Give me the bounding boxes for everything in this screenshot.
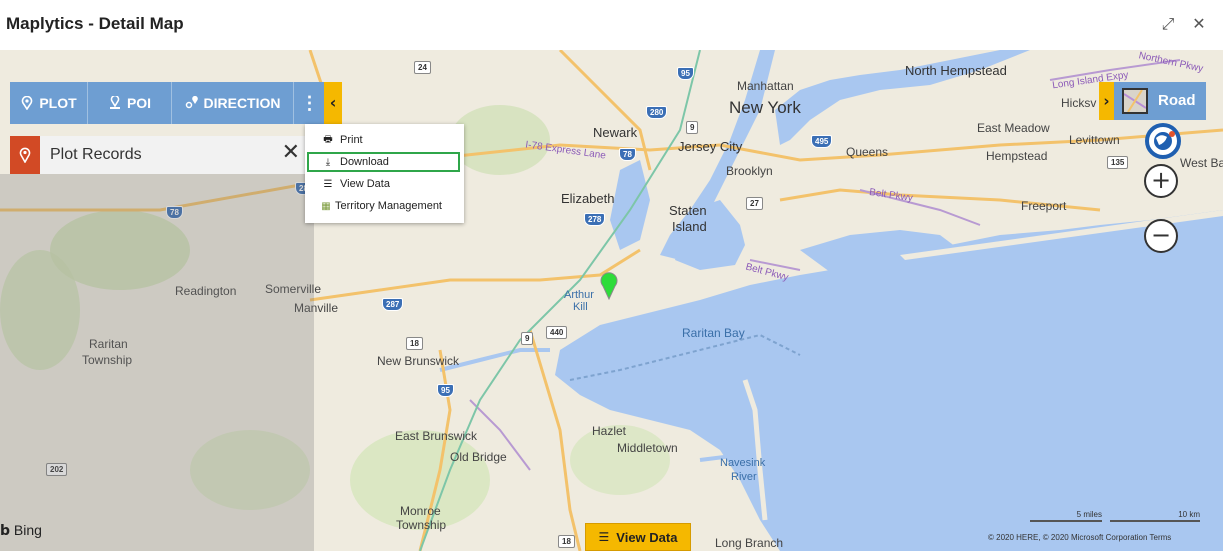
territory-icon: ▦	[321, 200, 331, 212]
map-canvas[interactable]: Manhattan New York Newark Jersey City Br…	[0, 50, 1223, 551]
shield-78: 78	[619, 148, 636, 161]
poi-icon	[109, 96, 120, 109]
download-icon: ⤓	[325, 156, 331, 168]
shield-18: 18	[406, 337, 423, 350]
shield-135: 135	[1107, 156, 1129, 169]
menu-item-download[interactable]: ⤓ Download	[307, 152, 460, 172]
place-new-brunswick: New Brunswick	[377, 354, 460, 368]
map-pin-icon[interactable]	[600, 272, 618, 300]
title-bar: Maplytics - Detail Map ⤢ ✕	[0, 0, 1223, 50]
globe-icon[interactable]	[1145, 123, 1181, 159]
shield-9-south: 9	[521, 332, 534, 345]
shield-27: 27	[746, 197, 763, 210]
shield-18-south: 18	[558, 535, 575, 548]
more-options-menu: 🖶 Print ⤓ Download ☰ View Data ▦ Territo…	[305, 124, 464, 223]
view-data-table-icon: ☰	[598, 530, 610, 544]
menu-item-download-label: Download	[340, 156, 389, 168]
place-staten-island: Staten	[669, 203, 707, 218]
place-hazlet: Hazlet	[592, 424, 627, 438]
menu-item-print[interactable]: 🖶 Print	[307, 130, 460, 150]
plot-button[interactable]: PLOT	[10, 82, 88, 124]
shield-440: 440	[546, 326, 568, 339]
place-new-york: New York	[729, 98, 801, 117]
main-toolbar: PLOT POI DIRECTION ⋮	[10, 82, 325, 124]
place-levittown: Levittown	[1069, 133, 1120, 147]
window-title: Maplytics - Detail Map	[6, 14, 184, 33]
place-long-branch: Long Branch	[715, 536, 784, 550]
printer-icon: 🖶	[323, 133, 333, 145]
close-plot-records-icon[interactable]: ✕	[282, 142, 300, 164]
view-data-button[interactable]: ☰ View Data	[585, 523, 691, 551]
plot-icon	[22, 96, 33, 110]
menu-item-territory-management-label: Territory Management	[335, 200, 442, 212]
shield-95: 95	[677, 67, 694, 80]
place-queens: Queens	[846, 145, 889, 159]
scale-miles: 5 miles	[1030, 510, 1102, 522]
place-monroe-township: Township	[396, 518, 447, 532]
place-hicksville: Hicksv	[1061, 96, 1097, 110]
place-east-meadow: East Meadow	[977, 121, 1050, 135]
expand-window-icon[interactable]: ⤢	[1158, 14, 1178, 34]
plot-label: PLOT	[39, 95, 77, 111]
poi-label: POI	[126, 95, 152, 111]
shield-287: 287	[382, 298, 404, 311]
place-east-brunswick: East Brunswick	[395, 429, 478, 443]
direction-label: DIRECTION	[203, 95, 281, 111]
place-brooklyn: Brooklyn	[726, 164, 773, 178]
place-hempstead: Hempstead	[986, 149, 1048, 163]
menu-item-view-data-label: View Data	[340, 178, 390, 190]
place-kill: Kill	[573, 301, 588, 313]
place-jersey-city: Jersey City	[678, 139, 743, 154]
view-data-label: View Data	[616, 529, 678, 545]
menu-item-territory-management[interactable]: ▦ Territory Management	[307, 196, 460, 216]
direction-button[interactable]: DIRECTION	[172, 82, 294, 124]
plot-records-title: Plot Records	[50, 146, 142, 163]
plot-records-pin-icon	[10, 136, 40, 174]
road-style-label: Road	[1158, 92, 1196, 109]
close-window-icon[interactable]: ✕	[1189, 14, 1209, 34]
place-arthur: Arthur	[564, 289, 594, 301]
scale-km: 10 km	[1110, 510, 1200, 522]
place-newark: Newark	[593, 125, 638, 140]
road-map-thumbnail-icon	[1122, 88, 1148, 114]
zoom-in-button[interactable]: +	[1144, 164, 1178, 198]
place-elizabeth: Elizabeth	[561, 191, 615, 206]
place-old-bridge: Old Bridge	[450, 450, 507, 464]
place-freeport: Freeport	[1021, 199, 1067, 213]
place-raritan-bay: Raritan Bay	[682, 326, 745, 340]
place-staten-island-2: Island	[672, 219, 707, 234]
place-river: River	[731, 471, 757, 483]
plot-records-header: Plot Records ✕	[10, 136, 314, 174]
shield-9: 9	[686, 121, 699, 134]
zoom-out-button[interactable]: −	[1144, 219, 1178, 253]
bing-logo: b Bing	[0, 522, 42, 539]
place-manhattan: Manhattan	[737, 79, 794, 93]
menu-item-view-data[interactable]: ☰ View Data	[307, 174, 460, 194]
road-style-button[interactable]: Road	[1114, 82, 1206, 120]
place-monroe: Monroe	[400, 504, 441, 518]
shield-95-south: 95	[437, 384, 454, 397]
place-navesink: Navesink	[720, 457, 766, 469]
shield-24: 24	[414, 61, 431, 74]
expand-map-tools-icon[interactable]: ›	[1099, 82, 1114, 120]
place-west-bay: West Ba	[1180, 156, 1223, 170]
place-middletown: Middletown	[617, 441, 678, 455]
plot-records-panel-backdrop	[0, 174, 314, 551]
map-copyright[interactable]: © 2020 HERE, © 2020 Microsoft Corporatio…	[988, 533, 1171, 542]
shield-495: 495	[811, 135, 833, 148]
menu-item-print-label: Print	[340, 134, 363, 146]
shield-278: 278	[584, 213, 606, 226]
table-icon: ☰	[323, 178, 333, 190]
bing-label: Bing	[13, 522, 42, 538]
poi-button[interactable]: POI	[88, 82, 172, 124]
direction-icon	[185, 96, 198, 109]
collapse-toolbar-icon[interactable]: ‹	[324, 82, 342, 124]
place-north-hempstead: North Hempstead	[905, 63, 1007, 78]
shield-280: 280	[646, 106, 668, 119]
more-options-icon[interactable]: ⋮	[294, 82, 325, 124]
